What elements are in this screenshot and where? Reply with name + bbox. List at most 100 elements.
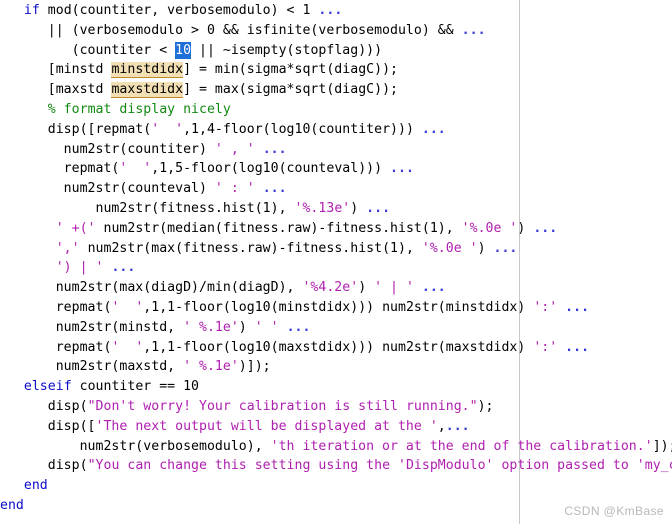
code-token: num2str(max(diagD)/min(diagD), — [0, 280, 303, 296]
keyword-token: if — [23, 3, 40, 18]
code-line[interactable]: if mod(countiter, verbosemodulo) < 1 ... — [0, 1, 672, 21]
code-line[interactable]: ' +(' num2str(median(fitness.raw)-fitnes… — [0, 219, 672, 239]
continuation-token: ... — [111, 260, 136, 276]
continuation-token: ... — [565, 339, 590, 355]
string-token: ') | ' — [55, 260, 104, 276]
code-token: disp( — [0, 458, 88, 474]
string-token: 'th iteration or at the end of the calib… — [270, 438, 653, 454]
code-line[interactable]: repmat(' ',1,1-floor(log10(maxstdidx))) … — [0, 338, 672, 358]
code-line[interactable]: % format display nicely — [0, 100, 672, 120]
code-line[interactable]: disp(['The next output will be displayed… — [0, 417, 672, 437]
code-token: )]); — [238, 359, 271, 375]
code-token: repmat( — [0, 339, 112, 355]
code-token: num2str(max(fitness.raw)-fitness.hist(1)… — [79, 240, 422, 256]
code-token: num2str(countiter) — [0, 141, 215, 157]
code-line[interactable]: disp("Don't worry! Your calibration is s… — [0, 397, 672, 417]
string-token: ':' — [533, 299, 558, 315]
continuation-token: ... — [262, 181, 287, 197]
code-line[interactable]: end — [0, 476, 672, 496]
code-line[interactable]: disp([repmat(' ',1,4-floor(log10(countit… — [0, 120, 672, 140]
continuation-token: ... — [390, 161, 414, 177]
code-token: ) — [517, 220, 534, 236]
code-token: ) — [238, 319, 255, 335]
string-token: ' ' — [151, 121, 184, 137]
string-token: ' +(' — [55, 220, 96, 236]
continuation-token: ... — [533, 220, 558, 236]
code-token: disp([ — [0, 418, 96, 434]
code-line[interactable]: ',' num2str(max(fitness.raw)-fitness.his… — [0, 239, 672, 259]
code-token: ,1,1-floor(log10(maxstdidx))) num2str(ma… — [143, 339, 534, 355]
csdn-watermark: CSDN @KmBase — [564, 504, 664, 518]
continuation-token: ... — [286, 319, 311, 335]
string-token: ' | ' — [374, 280, 414, 296]
code-line[interactable]: num2str(max(diagD)/min(diagD), '%4.2e') … — [0, 278, 672, 298]
code-line[interactable]: [minstd minstdidx] = min(sigma*sqrt(diag… — [0, 60, 672, 80]
code-line[interactable]: [maxstd maxstdidx] = max(sigma*sqrt(diag… — [0, 80, 672, 100]
code-line[interactable]: num2str(verbosemodulo), 'th iteration or… — [0, 437, 672, 457]
code-token: repmat( — [0, 161, 120, 177]
code-token: num2str(counteval) — [0, 181, 215, 197]
code-token: ,1,5-floor(log10(counteval))) — [151, 161, 391, 177]
code-token: ) — [350, 200, 367, 216]
code-token: ) — [477, 240, 494, 256]
string-token: ' %.1e' — [183, 319, 239, 335]
string-token: ' ' — [254, 319, 279, 335]
continuation-token: ... — [366, 200, 391, 216]
highlighted-variable: minstdidx — [111, 62, 184, 79]
code-line[interactable]: num2str(fitness.hist(1), '%.13e') ... — [0, 199, 672, 219]
code-line[interactable]: disp("You can change this setting using … — [0, 456, 672, 476]
code-line[interactable]: (countiter < 10 || ~isempty(stopflag))) — [0, 41, 672, 61]
continuation-token: ... — [461, 22, 486, 38]
string-token: '%.0e ' — [421, 240, 478, 256]
code-token: countiter == 10 — [71, 379, 200, 395]
string-token: '%.0e ' — [461, 220, 518, 236]
code-editor-text-area[interactable]: if mod(countiter, verbosemodulo) < 1 ...… — [0, 0, 672, 516]
code-token: num2str(fitness.hist(1), — [0, 200, 295, 216]
code-token: repmat( — [0, 299, 112, 315]
string-token: ' : ' — [214, 181, 255, 197]
code-token: mod(countiter, verbosemodulo) < 1 — [39, 3, 319, 18]
keyword-token: end — [23, 478, 48, 494]
code-line[interactable]: num2str(minstd, ' %.1e') ' ' ... — [0, 318, 672, 338]
code-line[interactable]: ') | ' ... — [0, 258, 672, 278]
string-token: 'The next output will be displayed at th… — [95, 418, 438, 434]
string-token: ' %.1e' — [183, 359, 239, 375]
code-token: num2str(median(fitness.raw)-fitness.hist… — [95, 220, 462, 236]
code-token: ); — [477, 398, 494, 414]
keyword-token: end — [0, 497, 24, 513]
continuation-token: ... — [318, 3, 343, 18]
code-line[interactable]: num2str(countiter) ' , ' ... — [0, 140, 672, 160]
code-line[interactable]: || (verbosemodulo > 0 && isfinite(verbos… — [0, 21, 672, 41]
code-token: ,1,4-floor(log10(countiter))) — [183, 121, 422, 137]
comment-token: % format display nicely — [47, 101, 231, 117]
code-token: num2str(verbosemodulo), — [0, 438, 271, 454]
code-token: , — [437, 418, 446, 434]
continuation-token: ... — [262, 141, 287, 157]
code-line[interactable]: repmat(' ',1,5-floor(log10(counteval))) … — [0, 159, 672, 179]
code-token: ]); — [652, 438, 672, 454]
string-token: ',' — [55, 240, 80, 256]
string-token: "You can change this setting using the '… — [87, 458, 672, 474]
code-token: ) — [358, 280, 375, 296]
code-line[interactable]: elseif countiter == 10 — [0, 377, 672, 397]
continuation-token: ... — [421, 121, 446, 137]
code-token: ,1,1-floor(log10(minstdidx))) num2str(mi… — [143, 299, 534, 315]
continuation-token: ... — [565, 299, 590, 315]
code-token: [maxstd — [0, 82, 112, 98]
code-line[interactable]: num2str(maxstd, ' %.1e')]); — [0, 357, 672, 377]
string-token: '%.13e' — [294, 200, 351, 216]
code-token: [minstd — [0, 62, 112, 78]
code-token: disp([repmat( — [0, 121, 152, 137]
code-line[interactable]: num2str(counteval) ' : ' ... — [0, 179, 672, 199]
code-line[interactable]: repmat(' ',1,1-floor(log10(minstdidx))) … — [0, 298, 672, 318]
string-token: ' ' — [119, 161, 152, 177]
